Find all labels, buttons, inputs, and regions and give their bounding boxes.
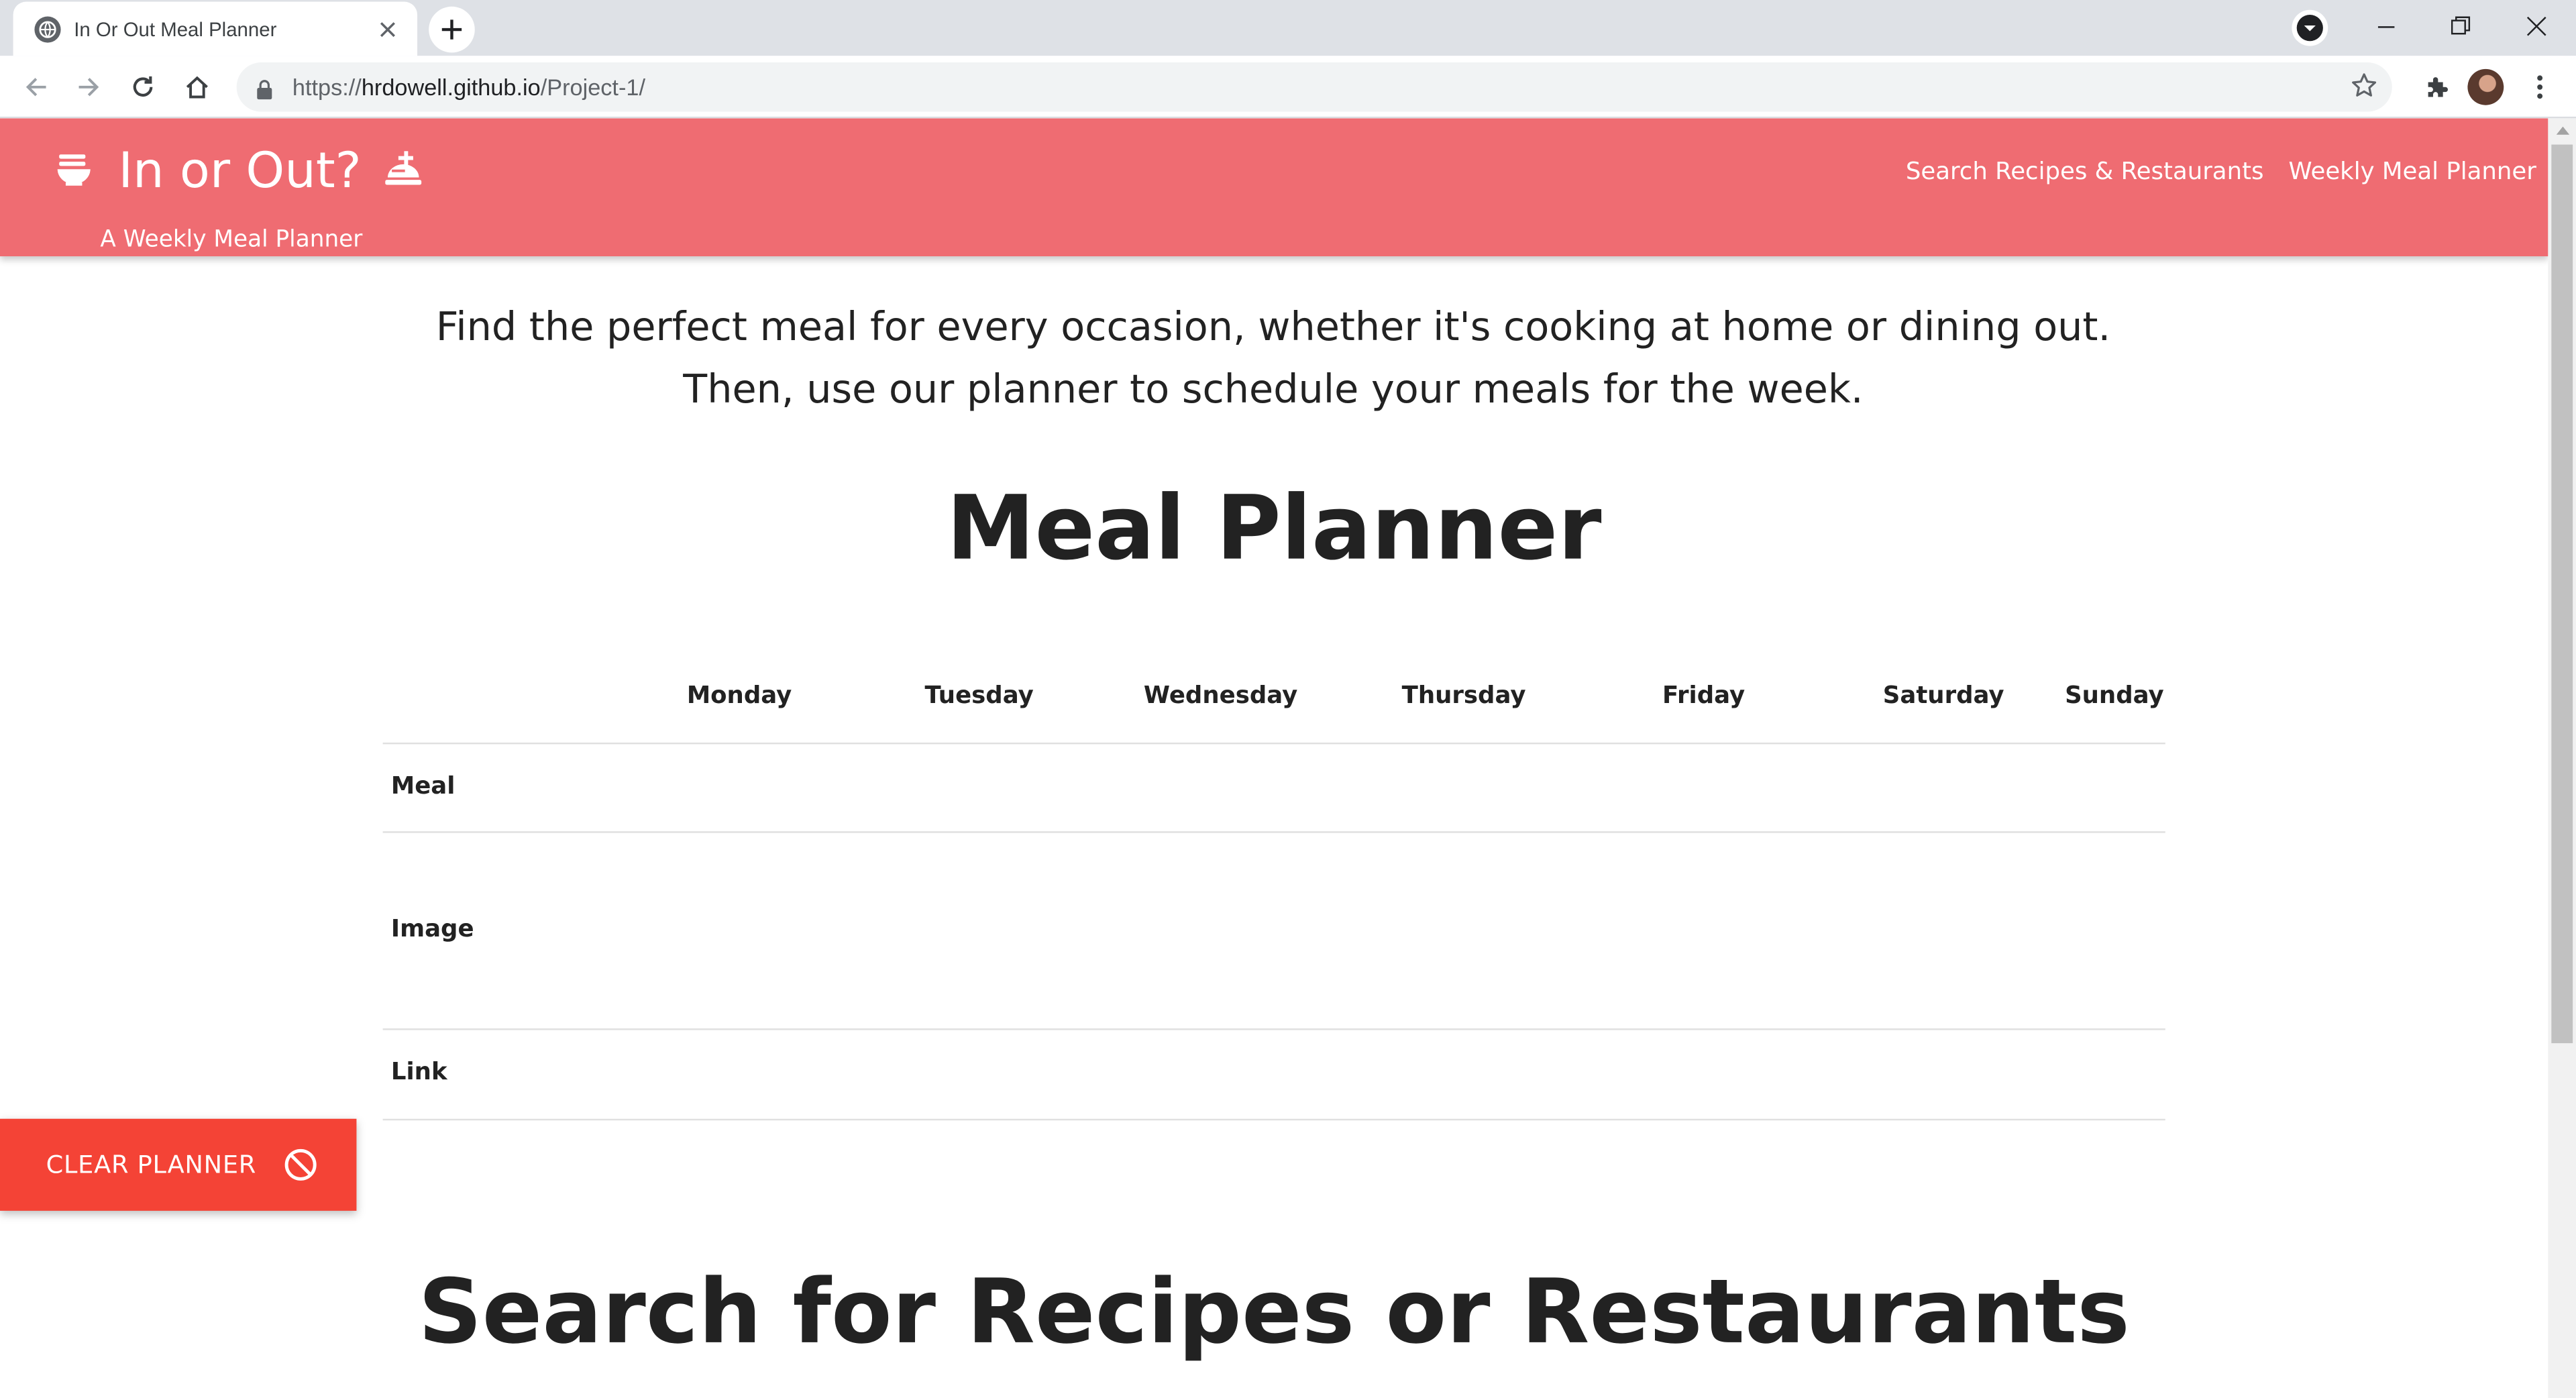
table-divider (382, 742, 2165, 745)
url-text: https://hrdowell.github.io/Project-1/ (292, 74, 645, 101)
ramen-bowl-icon (56, 150, 92, 193)
forward-button[interactable] (66, 64, 112, 111)
brand-logo[interactable]: In or Out? (56, 143, 427, 201)
day-header-thursday: Thursday (1401, 683, 1526, 710)
day-header-sunday: Sunday (2065, 683, 2164, 710)
extensions-puzzle-icon[interactable] (2415, 64, 2461, 111)
profile-avatar[interactable] (2467, 68, 2504, 105)
close-icon[interactable] (374, 15, 400, 42)
tab-search-button[interactable] (2292, 9, 2328, 46)
clear-planner-label: CLEAR PLANNER (46, 1150, 257, 1180)
bookmark-star-icon[interactable] (2351, 72, 2377, 105)
site-navbar: In or Out? A Weekly Meal Planner Search … (0, 118, 2548, 257)
meal-planner-heading: Meal Planner (946, 476, 1602, 580)
new-tab-button[interactable] (429, 6, 475, 53)
scroll-up-arrow-icon[interactable] (2548, 118, 2576, 143)
table-divider (382, 1028, 2165, 1030)
dining-cloche-icon (384, 149, 427, 195)
browser-tab[interactable]: In Or Out Meal Planner (13, 1, 418, 56)
browser-toolbar: https://hrdowell.github.io/Project-1/ (0, 56, 2576, 119)
close-window-button[interactable] (2499, 0, 2575, 52)
day-header-friday: Friday (1662, 683, 1746, 710)
day-header-saturday: Saturday (1882, 683, 2004, 710)
day-header-monday: Monday (686, 683, 792, 710)
clear-planner-button[interactable]: CLEAR PLANNER (0, 1118, 357, 1211)
row-label-link: Link (390, 1059, 447, 1086)
globe-icon (34, 15, 61, 42)
block-icon (282, 1146, 319, 1183)
lock-icon (256, 76, 272, 107)
intro-text: Find the perfect meal for every occasion… (435, 304, 2111, 413)
site-subtitle: A Weekly Meal Planner (100, 226, 363, 254)
site-title: In or Out? (118, 143, 362, 201)
address-bar[interactable]: https://hrdowell.github.io/Project-1/ (236, 62, 2392, 112)
tab-strip: In Or Out Meal Planner (0, 0, 2576, 56)
browser-window: In Or Out Meal Planner https://hrdowell.… (0, 0, 2576, 1398)
page-viewport: In or Out? A Weekly Meal Planner Search … (0, 118, 2548, 1398)
table-divider (382, 831, 2165, 833)
tab-title: In Or Out Meal Planner (74, 17, 277, 41)
back-button[interactable] (13, 64, 60, 111)
search-heading: Search for Recipes or Restaurants (418, 1260, 2130, 1364)
kebab-menu-icon[interactable] (2517, 64, 2563, 111)
table-divider (382, 1118, 2165, 1121)
nav-link-search[interactable]: Search Recipes & Restaurants (1906, 160, 2264, 186)
day-header-wednesday: Wednesday (1143, 683, 1298, 710)
day-header-tuesday: Tuesday (924, 683, 1034, 710)
restore-button[interactable] (2423, 0, 2499, 52)
home-button[interactable] (174, 64, 221, 111)
page-scrollbar[interactable] (2548, 118, 2576, 1398)
row-label-image: Image (390, 916, 474, 943)
scrollbar-thumb[interactable] (2551, 144, 2573, 1044)
row-label-meal: Meal (390, 773, 455, 800)
nav-link-planner[interactable]: Weekly Meal Planner (2288, 160, 2536, 186)
reload-button[interactable] (120, 64, 166, 111)
minimize-button[interactable] (2348, 0, 2424, 52)
